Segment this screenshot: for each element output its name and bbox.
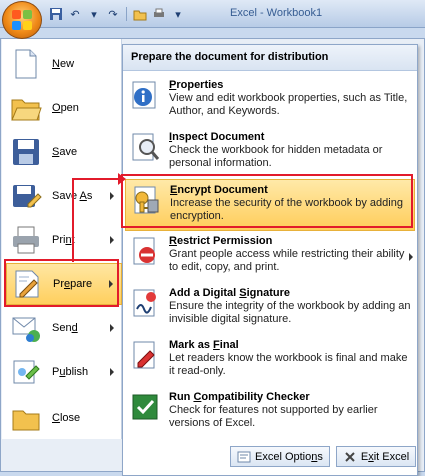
submenu-arrow-icon — [109, 280, 113, 288]
item-title: Encrypt Document — [170, 184, 268, 196]
exit-excel-label: Exit Excel — [360, 450, 410, 463]
item-title: Restrict Permission — [169, 235, 273, 247]
window-title: Excel - Workbook1 — [230, 7, 323, 19]
menu-label: Send — [52, 322, 78, 334]
title-bar: ↶ ▾ ↷ ▾ Excel - Workbook1 — [0, 0, 425, 28]
quick-access-toolbar: ↶ ▾ ↷ ▾ — [48, 4, 186, 24]
properties-icon — [129, 79, 161, 111]
item-title: Inspect Document — [169, 131, 265, 143]
menu-item-open[interactable]: Open — [6, 87, 122, 129]
item-description: View and edit workbook properties, such … — [169, 92, 408, 117]
prepare-submenu: Prepare the document for distribution Pr… — [122, 44, 418, 476]
publish-icon — [10, 356, 42, 388]
menu-label: Save — [52, 146, 78, 158]
item-description: Grant people access while restricting th… — [169, 248, 405, 273]
options-icon — [237, 450, 251, 464]
left-command-column: New Open Save Save As Prin Prepare Send … — [2, 39, 122, 439]
submenu-item-compatibility-checker[interactable]: Run Compatibility Checker Check for featu… — [125, 387, 415, 439]
menu-item-save[interactable]: Save — [6, 131, 122, 173]
open-folder-icon — [10, 92, 42, 124]
redo-icon[interactable]: ↷ — [105, 6, 121, 22]
restrict-permission-icon — [129, 235, 161, 267]
submenu-header: Prepare the document for distribution — [123, 45, 417, 71]
menu-item-publish[interactable]: Publish — [6, 351, 122, 393]
menu-footer: Excel Options Exit Excel — [230, 446, 417, 467]
close-x-icon — [343, 450, 357, 464]
toolbar-separator — [126, 7, 127, 21]
exit-excel-button[interactable]: Exit Excel — [335, 446, 417, 467]
item-description: Ensure the integrity of the workbook by … — [169, 300, 411, 325]
open-quick-icon[interactable] — [132, 6, 148, 22]
submenu-item-mark-as-final[interactable]: Mark as Final Let readers know the workbo… — [125, 335, 415, 387]
close-folder-icon — [10, 402, 42, 434]
annotation-arrowhead-icon — [118, 173, 126, 185]
submenu-arrow-icon — [110, 192, 114, 200]
printer-icon — [10, 224, 42, 256]
menu-item-send[interactable]: Send — [6, 307, 122, 349]
item-description: Let readers know the workbook is final a… — [169, 352, 408, 377]
menu-label: Open — [52, 102, 79, 114]
menu-item-close[interactable]: Close — [6, 397, 122, 439]
item-description: Check the workbook for hidden metadata o… — [169, 144, 383, 169]
quick-print-icon[interactable] — [151, 6, 167, 22]
submenu-item-digital-signature[interactable]: Add a Digital Signature Ensure the integr… — [125, 283, 415, 335]
menu-item-new[interactable]: New — [6, 43, 122, 85]
annotation-connector-horizontal — [72, 178, 122, 180]
submenu-arrow-icon — [409, 253, 413, 261]
submenu-item-inspect-document[interactable]: Inspect Document Check the workbook for h… — [125, 127, 415, 179]
menu-label: New — [52, 58, 75, 70]
menu-label: Publish — [52, 366, 89, 378]
digital-signature-icon — [129, 287, 161, 319]
item-description: Increase the security of the workbook by… — [170, 197, 403, 222]
customize-toolbar-icon[interactable]: ▾ — [170, 6, 186, 22]
menu-label: Close — [52, 412, 81, 424]
undo-dropdown-icon[interactable]: ▾ — [86, 6, 102, 22]
save-disk-icon — [10, 136, 42, 168]
compatibility-checker-icon — [129, 391, 161, 423]
save-as-icon — [10, 180, 42, 212]
submenu-arrow-icon — [110, 368, 114, 376]
submenu-arrow-icon — [110, 236, 114, 244]
item-title: Mark as Final — [169, 339, 239, 351]
encrypt-key-icon — [130, 184, 162, 216]
office-button[interactable] — [2, 1, 42, 39]
annotation-connector-vertical — [72, 178, 74, 262]
inspect-document-icon — [129, 131, 161, 163]
new-document-icon — [10, 48, 42, 80]
item-description: Check for features not supported by earl… — [169, 404, 378, 429]
submenu-arrow-icon — [110, 324, 114, 332]
menu-item-print[interactable]: Print — [6, 219, 122, 261]
mark-final-icon — [129, 339, 161, 371]
submenu-item-encrypt-document[interactable]: Encrypt Document Increase the security of… — [125, 179, 415, 231]
excel-options-label: Excel Options — [255, 450, 323, 463]
office-logo-icon — [12, 10, 32, 30]
prepare-pen-icon — [11, 268, 43, 300]
item-title: Run Compatibility Checker — [169, 391, 310, 403]
save-quick-icon[interactable] — [48, 6, 64, 22]
submenu-item-restrict-permission[interactable]: Restrict Permission Grant people access w… — [125, 231, 415, 283]
menu-label: Prepare — [53, 278, 93, 290]
undo-icon[interactable]: ↶ — [67, 6, 83, 22]
submenu-item-properties[interactable]: Properties View and edit workbook propert… — [125, 75, 415, 127]
menu-item-save-as[interactable]: Save As — [6, 175, 122, 217]
menu-item-prepare[interactable]: Prepare — [6, 263, 122, 305]
excel-options-button[interactable]: Excel Options — [230, 446, 330, 467]
office-menu: New Open Save Save As Prin Prepare Send … — [0, 38, 425, 476]
item-title: Add a Digital Signature — [169, 287, 291, 299]
item-title: Properties — [169, 79, 224, 91]
send-icon — [10, 312, 42, 344]
